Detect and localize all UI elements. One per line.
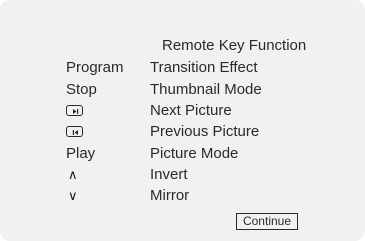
function-label: Picture Mode [150,145,239,162]
function-label: Previous Picture [150,123,260,140]
function-label: Transition Effect [150,59,258,76]
function-label: Next Picture [150,102,232,119]
key-row-stop: Stop Thumbnail Mode [0,80,365,100]
key-row-program: Program Transition Effect [0,58,365,78]
key-row-previous: Previous Picture [0,122,365,142]
down-arrow-icon: ∨ [68,188,78,203]
key-row-play: Play Picture Mode [0,144,365,164]
key-label: Play [66,145,96,162]
function-label: Mirror [150,187,190,204]
function-label: Thumbnail Mode [150,81,262,98]
key-label: Program [66,59,124,76]
next-key-icon [66,105,83,116]
up-arrow-icon: ∧ [68,167,78,182]
continue-button[interactable]: Continue [236,213,298,230]
key-row-down: ∨ Mirror [0,186,365,206]
function-label: Invert [150,166,188,183]
key-row-up: ∧ Invert [0,165,365,185]
remote-key-function-dialog: Remote Key Function Program Transition E… [0,0,365,241]
dialog-title: Remote Key Function [162,37,307,54]
key-row-next: Next Picture [0,101,365,121]
previous-key-icon [66,126,83,137]
key-label: Stop [66,81,97,98]
